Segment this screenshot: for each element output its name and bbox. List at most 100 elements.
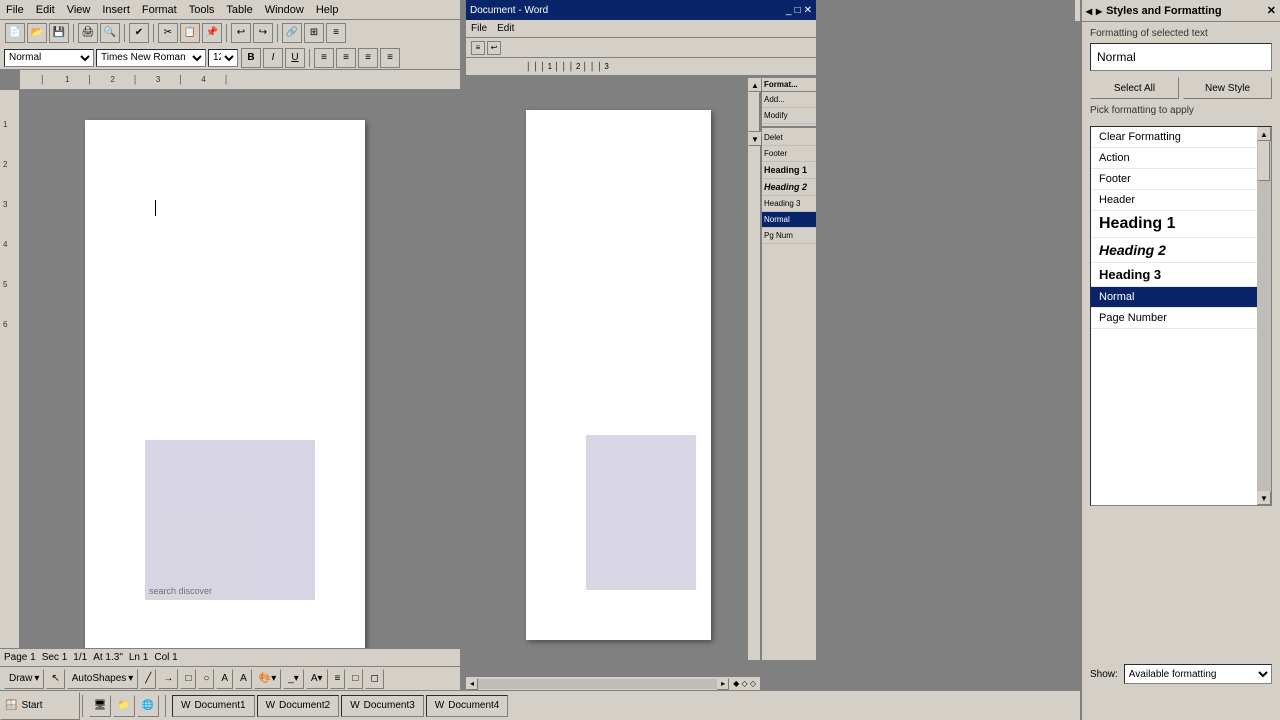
center-sidebar-footer[interactable]: Footer — [762, 146, 816, 162]
rect-tool[interactable]: □ — [180, 669, 196, 689]
tb-open[interactable]: 📂 — [27, 23, 47, 43]
tb-justify[interactable]: ≡ — [380, 48, 400, 68]
line-tool[interactable]: ╱ — [140, 669, 156, 689]
menu-window[interactable]: Window — [259, 2, 310, 18]
document-page-center[interactable] — [526, 110, 711, 640]
bold-button[interactable]: B — [241, 48, 261, 68]
center-close-btn[interactable]: ✕ — [804, 5, 812, 16]
tb-print[interactable]: 🖨 — [78, 23, 98, 43]
style-item-normal[interactable]: Normal ¶ — [1091, 287, 1271, 308]
styles-panel-close-icon[interactable]: ✕ — [1267, 4, 1276, 17]
quick-btn-1[interactable]: 🖥 — [89, 695, 111, 717]
select-all-button[interactable]: Select All — [1090, 77, 1179, 99]
styles-list-scrollbar[interactable]: ▲ ▼ — [1257, 127, 1271, 505]
styles-scroll-up[interactable]: ▲ — [1257, 127, 1271, 141]
menu-view[interactable]: View — [61, 2, 97, 18]
center-maximize-btn[interactable]: □ — [795, 5, 801, 16]
tb-undo[interactable]: ↩ — [231, 23, 251, 43]
center-sidebar-format[interactable]: Add... — [762, 92, 816, 108]
3d-button[interactable]: ◻ — [365, 669, 383, 689]
style-item-h3[interactable]: Heading 3 ¶ — [1091, 263, 1271, 287]
style-item-header[interactable]: Header ¶ — [1091, 190, 1271, 211]
center-sidebar-modify[interactable]: Modify — [762, 108, 816, 124]
styles-nav-forward-icon[interactable]: ▸ — [1096, 4, 1102, 18]
center-minimize-btn[interactable]: _ — [786, 5, 792, 16]
taskbar-app-2[interactable]: W Document2 — [257, 695, 340, 717]
underline-button[interactable]: U — [285, 48, 305, 68]
quick-btn-3[interactable]: 🌐 — [137, 695, 159, 717]
style-item-clear[interactable]: Clear Formatting — [1091, 127, 1271, 148]
menu-format[interactable]: Format — [136, 2, 183, 18]
tb-align-left[interactable]: ≡ — [314, 48, 334, 68]
menu-edit[interactable]: Edit — [30, 2, 61, 18]
hscroll-left-btn[interactable]: ◂ — [466, 678, 478, 690]
document-page-left[interactable]: search discover — [85, 120, 365, 660]
style-item-h2[interactable]: Heading 2 ¶ — [1091, 238, 1271, 263]
center-menu-edit[interactable]: Edit — [492, 23, 519, 34]
tb-print-preview[interactable]: 🔍 — [100, 23, 120, 43]
tb-save[interactable]: 💾 — [49, 23, 69, 43]
tb-table[interactable]: ⊞ — [304, 23, 324, 43]
shadow-button[interactable]: □ — [347, 669, 363, 689]
text-box-tool[interactable]: A — [216, 669, 233, 689]
font-dropdown[interactable]: Times New Roman — [96, 49, 206, 67]
italic-button[interactable]: I — [263, 48, 283, 68]
size-dropdown[interactable]: 12 — [208, 49, 238, 67]
arrow-tool[interactable]: → — [158, 669, 178, 689]
taskbar-app-1[interactable]: W Document1 — [172, 695, 255, 717]
center-tb-btn1[interactable]: ≡ — [471, 41, 485, 55]
styles-scroll-thumb[interactable] — [1258, 141, 1270, 181]
styles-list[interactable]: ▲ ▼ Clear Formatting Action ¶ Footer ¶ H… — [1090, 126, 1272, 506]
center-sidebar-delete[interactable]: Delet — [762, 130, 816, 146]
styles-scroll-down[interactable]: ▼ — [1257, 491, 1271, 505]
center-sidebar-normal[interactable]: Normal — [762, 212, 816, 228]
scroll-thumb[interactable] — [748, 92, 760, 132]
hscroll-track[interactable] — [478, 679, 717, 689]
fill-color-button[interactable]: 🎨▾ — [254, 669, 281, 689]
tb-redo[interactable]: ↪ — [253, 23, 273, 43]
line-style-button[interactable]: ≡ — [330, 669, 346, 689]
hscroll-right-btn[interactable]: ▸ — [717, 678, 729, 690]
draw-menu-button[interactable]: Draw ▾ — [4, 669, 44, 689]
style-item-action[interactable]: Action ¶ — [1091, 148, 1271, 169]
wordart-tool[interactable]: A — [235, 669, 252, 689]
center-tb-btn2[interactable]: ↩ — [487, 41, 501, 55]
center-sidebar-h3[interactable]: Heading 3 — [762, 196, 816, 212]
tb-spell[interactable]: ✔ — [129, 23, 149, 43]
tb-copy[interactable]: 📋 — [180, 23, 200, 43]
center-sidebar-pgnum[interactable]: Pg Num — [762, 228, 816, 244]
menu-table[interactable]: Table — [220, 2, 258, 18]
scroll-track[interactable] — [748, 92, 760, 132]
tb-align-center[interactable]: ≡ — [336, 48, 356, 68]
tb-new[interactable]: 📄 — [5, 23, 25, 43]
taskbar-app-3[interactable]: W Document3 — [341, 695, 424, 717]
tb-columns[interactable]: ≡ — [326, 23, 346, 43]
new-style-button[interactable]: New Style — [1183, 77, 1272, 99]
center-sidebar-h1[interactable]: Heading 1 — [762, 162, 816, 179]
tb-hyperlink[interactable]: 🔗 — [282, 23, 302, 43]
taskbar-app-4[interactable]: W Document4 — [426, 695, 509, 717]
quick-btn-2[interactable]: 📁 — [113, 695, 135, 717]
line-color-button[interactable]: _▾ — [283, 669, 304, 689]
menu-file[interactable]: File — [0, 2, 30, 18]
select-object-button[interactable]: ↖ — [46, 669, 64, 689]
style-item-pagenum[interactable]: Page Number a — [1091, 308, 1271, 329]
center-sidebar-h2[interactable]: Heading 2 — [762, 179, 816, 196]
menu-tools[interactable]: Tools — [183, 2, 221, 18]
autoshapes-button[interactable]: AutoShapes▾ — [67, 669, 139, 689]
tb-paste[interactable]: 📌 — [202, 23, 222, 43]
scroll-down-btn[interactable]: ▼ — [748, 132, 762, 146]
center-hscroll[interactable]: ◂ ▸ ◆ ◇ ◇ — [466, 676, 760, 690]
tb-align-right[interactable]: ≡ — [358, 48, 378, 68]
scroll-up-btn[interactable]: ▲ — [748, 78, 762, 92]
oval-tool[interactable]: ○ — [198, 669, 214, 689]
style-item-footer[interactable]: Footer ¶ — [1091, 169, 1271, 190]
style-item-h1[interactable]: Heading 1 ¶ — [1091, 211, 1271, 238]
style-dropdown[interactable]: Normal — [4, 49, 94, 67]
menu-insert[interactable]: Insert — [96, 2, 136, 18]
styles-scroll-track[interactable] — [1257, 141, 1271, 491]
start-button[interactable]: 🪟 Start — [0, 692, 80, 720]
font-color-button[interactable]: A▾ — [306, 669, 328, 689]
styles-nav-back-icon[interactable]: ◂ — [1086, 4, 1092, 18]
center-menu-file[interactable]: File — [466, 23, 492, 34]
